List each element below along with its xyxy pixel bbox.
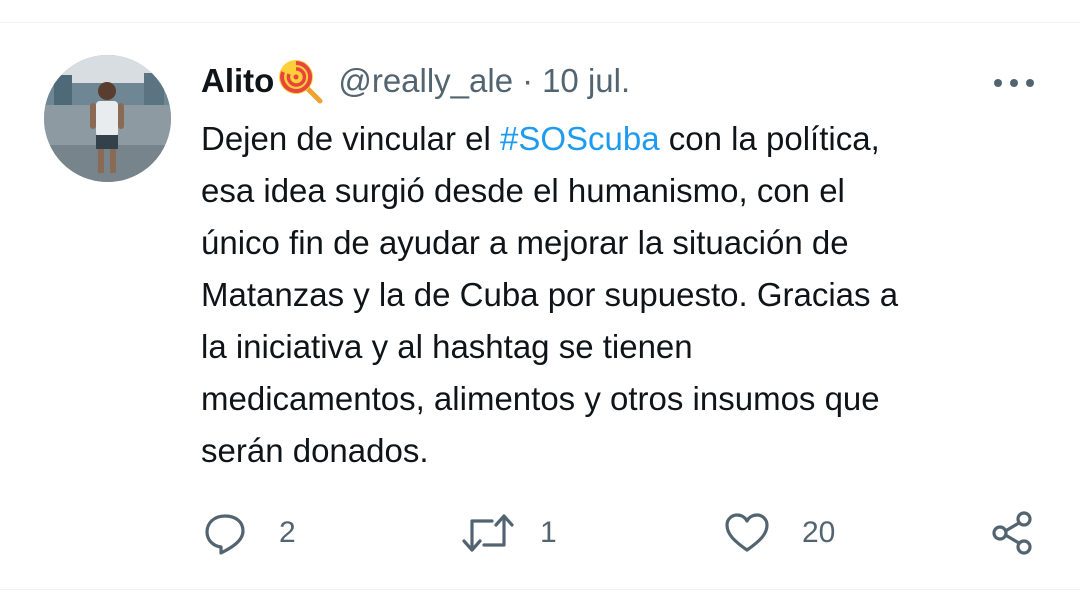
share-icon [992,510,1032,555]
lollipop-icon [276,57,324,105]
reply-button[interactable]: 2 [203,505,296,560]
more-options-icon [994,79,1002,87]
tweet-actions: 2 1 20 [0,505,1080,560]
like-count: 20 [802,515,836,549]
display-name[interactable]: Alito [201,62,274,100]
avatar-photo [44,55,171,182]
tweet-text-line: único fin de ayudar a mejorar la situaci… [201,224,849,261]
tweet-date[interactable]: 10 jul. [542,62,630,100]
tweet-text: Dejen de vincular el #SOScuba con la pol… [201,113,1021,477]
retweet-count: 1 [540,515,557,549]
tweet-text-line: la iniciativa y al hashtag se tienen [201,328,693,365]
separator-dot: · [522,62,534,99]
bottom-divider [0,589,1080,590]
retweet-button[interactable]: 1 [462,505,557,560]
tweet-header: Alito @really_ale · 10 jul. [201,56,630,106]
tweet-text-segment: Dejen de vincular el [201,120,500,157]
tweet-text-segment: con la política, [659,120,880,157]
more-dot [1026,79,1034,87]
reply-icon [205,513,245,555]
like-button[interactable]: 20 [724,505,835,560]
more-dot [1010,79,1018,87]
heart-icon [725,512,769,552]
tweet-text-line: Matanzas y la de Cuba por supuesto. Grac… [201,276,899,313]
retweet-icon [462,513,514,552]
reply-count: 2 [279,515,296,549]
avatar[interactable] [44,55,171,182]
tweet-text-line: esa idea surgió desde el humanismo, con … [201,172,845,209]
tweet-text-line: Dejen de vincular el #SOScuba con la pol… [201,113,1021,165]
user-handle[interactable]: @really_ale [338,62,513,100]
more-options-button[interactable] [994,68,1034,98]
tweet-text-line: serán donados. [201,432,429,469]
share-button[interactable] [990,505,1036,560]
tweet-text-line: medicamentos, alimentos y otros insumos … [201,380,880,417]
hashtag-link[interactable]: #SOScuba [500,120,660,157]
tweet-card[interactable]: Alito @really_ale · 10 jul. Dejen de vin… [0,0,1080,594]
